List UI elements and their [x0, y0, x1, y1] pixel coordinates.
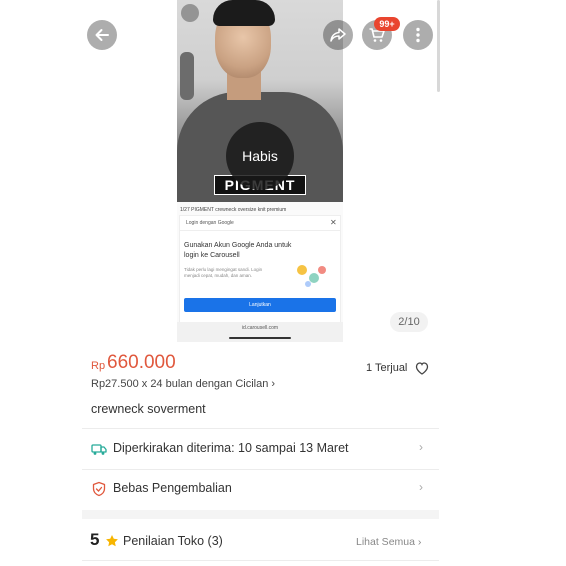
embedded-caption: 1/27 PIGMENT crewneck oversize knit prem…	[180, 207, 287, 213]
back-arrow-icon	[95, 29, 109, 41]
product-title: crewneck soverment	[91, 402, 206, 416]
shield-icon	[92, 481, 106, 497]
price-value: 660.000	[107, 352, 176, 373]
installment-link[interactable]: Rp27.500 x 24 bulan dengan Cicilan ›	[91, 378, 275, 390]
embedded-side-control	[180, 52, 194, 100]
return-policy-row[interactable]: Bebas Pengembalian ›	[82, 472, 439, 506]
star-icon	[106, 535, 118, 547]
embedded-back-icon	[181, 4, 199, 22]
scrollbar[interactable]	[437, 0, 440, 92]
embedded-home-indicator	[229, 337, 291, 339]
embedded-url-bar: id.carousell.com	[177, 322, 343, 342]
divider	[82, 560, 439, 561]
share-icon	[330, 28, 346, 42]
back-button[interactable]	[87, 20, 117, 50]
product-image[interactable]: PIGMENT Habis 1/27 PIGMENT crewneck over…	[177, 0, 343, 342]
delivery-row[interactable]: Diperkirakan diterima: 10 sampai 13 Mare…	[82, 432, 439, 466]
cart-count-badge: 99+	[374, 17, 400, 31]
more-options-button[interactable]	[403, 20, 433, 50]
google-card-header: Login dengan Google	[186, 220, 234, 226]
google-login-card: Login dengan Google ✕ Gunakan Akun Googl…	[179, 215, 341, 323]
shop-rating-score: 5	[90, 530, 100, 549]
google-card-divider	[180, 230, 340, 231]
share-button[interactable]	[323, 20, 353, 50]
heart-icon[interactable]	[414, 360, 430, 376]
product-photo: PIGMENT Habis	[177, 0, 343, 202]
chevron-right-icon: ›	[271, 378, 276, 390]
more-vertical-icon	[416, 27, 420, 43]
see-all-text: Lihat Semua	[356, 536, 415, 548]
sold-count: 1 Terjual	[366, 362, 408, 374]
key-illustration-icon	[297, 265, 326, 287]
sold-out-overlay: Habis	[226, 122, 294, 190]
chevron-right-icon: ›	[419, 480, 423, 494]
google-card-title: Gunakan Akun Google Anda untuk login ke …	[184, 242, 292, 259]
chevron-right-icon: ›	[417, 536, 422, 548]
see-all-ratings-link[interactable]: Lihat Semua ›	[356, 536, 421, 548]
google-card-subtitle: Tidak perlu lagi mengingat sandi. Login …	[184, 267, 263, 278]
divider	[82, 428, 439, 429]
section-separator	[82, 510, 439, 519]
chevron-right-icon: ›	[419, 440, 423, 454]
delivery-estimate: Diperkirakan diterima: 10 sampai 13 Mare…	[113, 441, 349, 455]
photo-hair	[213, 0, 275, 26]
divider	[82, 469, 439, 470]
close-icon: ✕	[330, 218, 337, 227]
return-policy-text: Bebas Pengembalian	[113, 481, 232, 495]
shop-rating-label: Penilaian Toko (3)	[123, 534, 223, 548]
price-currency: Rp	[91, 360, 106, 372]
truck-icon	[91, 444, 107, 455]
google-continue-button: Lanjutkan	[184, 298, 336, 312]
image-counter: 2/10	[390, 312, 428, 332]
installment-text: Rp27.500 x 24 bulan dengan Cicilan	[91, 378, 269, 390]
